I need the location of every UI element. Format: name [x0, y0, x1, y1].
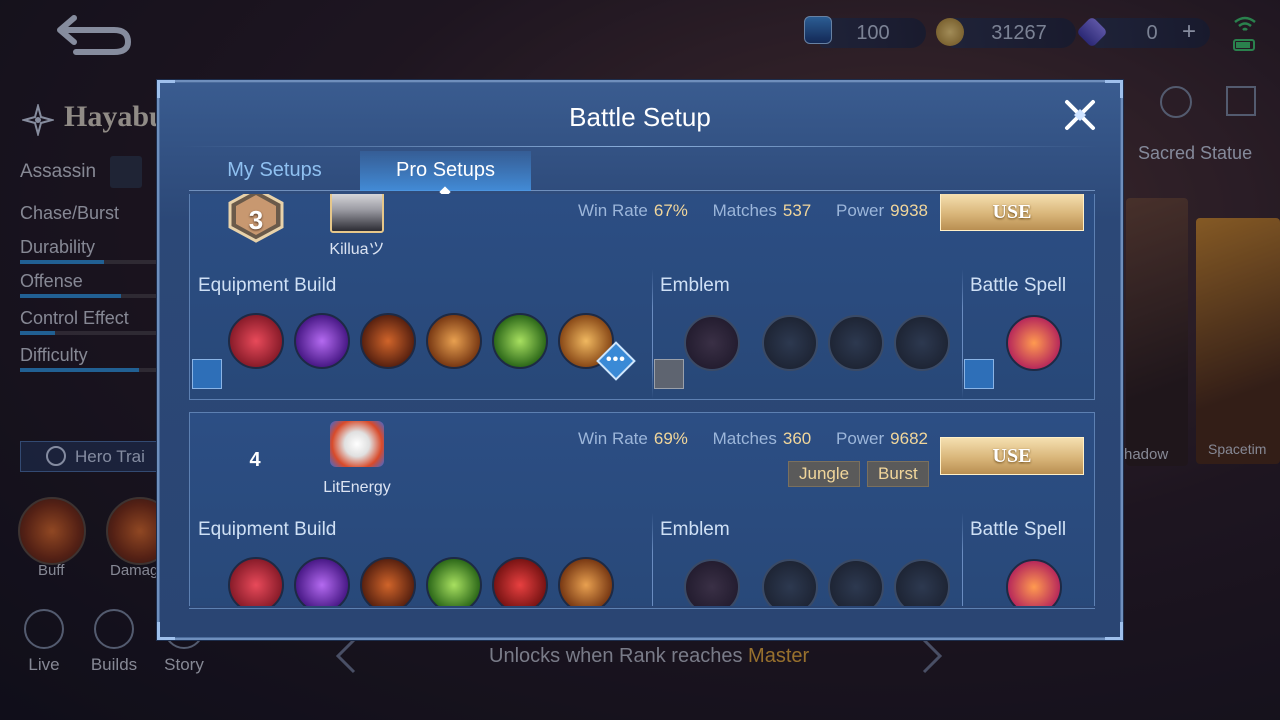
rank-number: 4 — [249, 449, 261, 471]
emblem-main-icon[interactable] — [684, 315, 740, 371]
setup-header: 3 Killuaツ Win Rate 67% Matches 537 Power 99… — [190, 194, 1094, 261]
section-divider — [962, 269, 963, 399]
matches-value: 537 — [782, 201, 812, 220]
tab-pro-setups[interactable]: Pro Setups — [360, 151, 531, 198]
copy-equipment-icon[interactable] — [192, 359, 222, 389]
player-avatar[interactable] — [330, 194, 384, 233]
more-dots-icon: ••• — [606, 351, 626, 368]
item-icon[interactable] — [426, 557, 482, 606]
power-value: 9938 — [890, 201, 928, 220]
battle-spell-icon[interactable] — [1006, 559, 1062, 606]
section-divider — [652, 269, 653, 399]
modal-footer-line — [189, 608, 1095, 609]
item-icon[interactable] — [228, 313, 284, 369]
battle-spell-icon[interactable] — [1006, 315, 1062, 371]
section-divider — [962, 513, 963, 606]
setup-card: 3 Killuaツ Win Rate 67% Matches 537 Power 99… — [189, 194, 1095, 400]
emblem-talent-icon[interactable] — [828, 315, 884, 371]
emblem-talent-icon[interactable] — [762, 559, 818, 606]
tag-jungle: Jungle — [788, 461, 861, 487]
item-icon[interactable] — [228, 557, 284, 606]
tag-burst: Burst — [867, 461, 929, 487]
player-name: LitEnergy — [323, 479, 391, 496]
tab-pro-setups-label: Pro Setups — [396, 159, 495, 181]
item-icon[interactable] — [360, 557, 416, 606]
corner-ornament — [157, 622, 175, 640]
matches-label: Matches — [712, 201, 777, 220]
modal-title: Battle Setup — [569, 102, 711, 132]
emblem-talent-icon[interactable] — [828, 559, 884, 606]
corner-ornament — [157, 80, 175, 98]
tab-my-setups[interactable]: My Setups — [189, 151, 360, 191]
setup-tabs: My Setups Pro Setups — [189, 151, 1095, 198]
item-icon[interactable] — [360, 313, 416, 369]
setup-list[interactable]: 3 Killuaツ Win Rate 67% Matches 537 Power 99… — [189, 194, 1095, 606]
setup-header: 4 LitEnergy Win Rate 69% Matches 360 Power… — [190, 413, 1094, 496]
player-avatar[interactable] — [330, 421, 384, 467]
item-icon[interactable] — [558, 557, 614, 606]
title-divider — [181, 146, 1099, 147]
win-rate-label: Win Rate — [577, 201, 648, 220]
section-divider — [652, 513, 653, 606]
matches-label: Matches — [712, 429, 777, 448]
copy-spell-icon[interactable] — [964, 359, 994, 389]
power-label: Power — [835, 429, 885, 448]
corner-ornament — [1105, 80, 1123, 98]
win-rate-value: 69% — [653, 429, 688, 448]
emblem-main-icon[interactable] — [684, 559, 740, 606]
emblem-talent-icon[interactable] — [894, 559, 950, 606]
setup-card: 4 LitEnergy Win Rate 69% Matches 360 Power… — [189, 412, 1095, 606]
corner-ornament — [1105, 622, 1123, 640]
equipment-build-label: Equipment Build — [198, 275, 337, 296]
matches-value: 360 — [782, 429, 812, 448]
item-icon[interactable] — [426, 313, 482, 369]
battle-spell-label: Battle Spell — [970, 275, 1067, 296]
power-label: Power — [835, 201, 885, 220]
use-setup-button[interactable]: USE — [940, 437, 1084, 475]
battle-setup-modal: Battle Setup My Setups Pro Setups 3 Kill… — [157, 80, 1123, 640]
emblem-talent-icon[interactable] — [762, 315, 818, 371]
power-value: 9682 — [890, 429, 928, 448]
emblem-label: Emblem — [660, 519, 730, 540]
copy-emblem-icon[interactable] — [654, 359, 684, 389]
item-icon[interactable] — [492, 313, 548, 369]
item-icon[interactable] — [492, 557, 548, 606]
item-icon[interactable] — [294, 313, 350, 369]
rank-number: 3 — [248, 205, 264, 235]
battle-spell-label: Battle Spell — [970, 519, 1067, 540]
emblem-label: Emblem — [660, 275, 730, 296]
item-icon[interactable] — [294, 557, 350, 606]
close-icon[interactable] — [1061, 96, 1099, 134]
setup-stats: Win Rate 67% Matches 537 Power 9938 — [578, 201, 928, 221]
use-setup-button[interactable]: USE — [940, 194, 1084, 231]
player-name: Killuaツ — [329, 241, 385, 258]
win-rate-value: 67% — [653, 201, 688, 220]
setup-stats: Win Rate 69% Matches 360 Power 9682 — [578, 429, 928, 449]
equipment-build-label: Equipment Build — [198, 519, 337, 540]
win-rate-label: Win Rate — [577, 429, 648, 448]
emblem-talent-icon[interactable] — [894, 315, 950, 371]
